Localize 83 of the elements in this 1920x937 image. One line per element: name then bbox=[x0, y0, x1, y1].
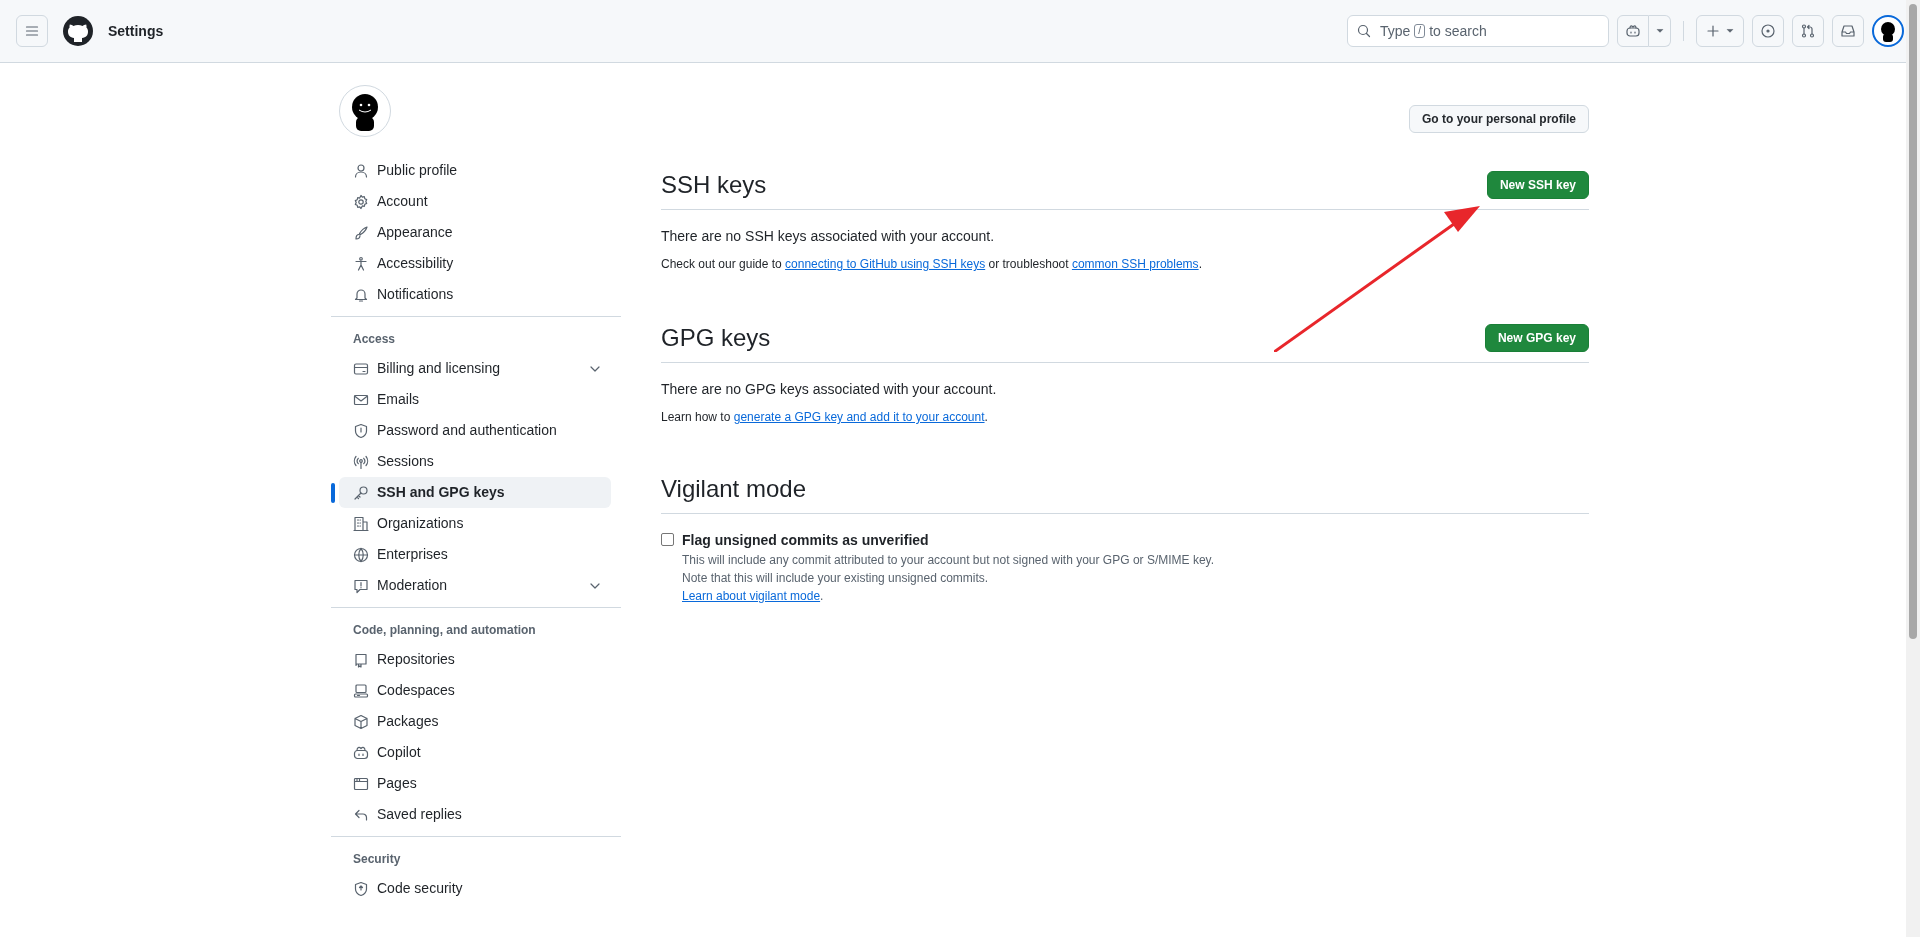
add-key-button[interactable]: New SSH key bbox=[1486, 171, 1589, 199]
menu-button[interactable] bbox=[16, 15, 48, 47]
sidebar-item[interactable]: Sessions bbox=[339, 446, 611, 477]
key-icon bbox=[353, 484, 369, 501]
laptop-icon bbox=[353, 682, 369, 699]
section-title: SSH keys bbox=[661, 170, 767, 200]
bell-icon bbox=[353, 286, 369, 303]
logo-icon[interactable] bbox=[62, 15, 94, 47]
shield-icon bbox=[353, 422, 369, 439]
copilot-button[interactable] bbox=[1617, 15, 1649, 47]
checkbox-label[interactable]: Flag unsigned commits as unverified bbox=[682, 530, 1214, 551]
checkbox[interactable] bbox=[661, 533, 674, 546]
pull-request-icon bbox=[1800, 23, 1816, 39]
globe-icon bbox=[353, 546, 369, 563]
section-heading: Code, planning, and automation bbox=[352, 622, 537, 639]
robot-icon bbox=[1625, 23, 1641, 39]
scrollbar[interactable] bbox=[1906, 0, 1920, 937]
inbox-icon bbox=[1840, 23, 1856, 39]
profile-button[interactable]: Go to your personal profile bbox=[1409, 105, 1589, 133]
credit-card-icon bbox=[353, 360, 369, 377]
add-key-button[interactable]: New GPG key bbox=[1484, 324, 1589, 352]
repo-icon bbox=[353, 651, 369, 668]
report-icon bbox=[353, 577, 369, 594]
help-link[interactable]: common SSH problems bbox=[1071, 257, 1199, 271]
menu-icon bbox=[24, 23, 40, 39]
issue-icon bbox=[1760, 23, 1776, 39]
package-icon bbox=[353, 713, 369, 730]
description-text: Note that this will include your existing unsigned commits. bbox=[682, 570, 990, 587]
selection-indicator bbox=[331, 483, 335, 503]
inbox-button[interactable] bbox=[1832, 15, 1864, 47]
help-text: Check out our guide to connecting to GitHub using SSH keys or troubleshoot common SSH problems. bbox=[661, 256, 1203, 273]
sidebar-item[interactable]: Enterprises bbox=[339, 539, 611, 570]
issues-button[interactable] bbox=[1752, 15, 1784, 47]
robot-icon bbox=[353, 744, 369, 761]
help-link[interactable]: connecting to GitHub using SSH keys bbox=[785, 257, 986, 271]
section-title: GPG keys bbox=[661, 323, 771, 353]
avatar[interactable] bbox=[1872, 15, 1904, 47]
plus-icon bbox=[1705, 23, 1721, 39]
shield-icon bbox=[353, 880, 369, 897]
help-text: Learn how to generate a GPG key and add it to your account. bbox=[661, 409, 989, 426]
sidebar-item[interactable]: Pages bbox=[339, 768, 611, 799]
sidebar-item[interactable]: Code security bbox=[339, 873, 611, 904]
sidebar-item[interactable]: Organizations bbox=[339, 508, 611, 539]
sidebar-item[interactable]: Public profile bbox=[339, 155, 611, 186]
sidebar-item[interactable]: Moderation bbox=[339, 570, 611, 601]
search-icon bbox=[1356, 23, 1372, 39]
sidebar-item[interactable]: Repositories bbox=[339, 644, 611, 675]
sidebar-item[interactable]: Password and authentication bbox=[339, 415, 611, 446]
sidebar-item[interactable]: Saved replies bbox=[339, 799, 611, 830]
help-link[interactable]: generate a GPG key and add it to your account bbox=[733, 410, 985, 424]
pull-requests-button[interactable] bbox=[1792, 15, 1824, 47]
accessibility-icon bbox=[353, 255, 369, 272]
empty-message: There are no GPG keys associated with your account. bbox=[661, 380, 998, 399]
gear-icon bbox=[353, 193, 369, 210]
learn-more-text: Learn about vigilant mode. bbox=[682, 588, 825, 605]
shortcut-key: / bbox=[1414, 24, 1426, 38]
browser-icon bbox=[353, 775, 369, 792]
search-hint: Type bbox=[1380, 21, 1411, 41]
empty-message: There are no SSH keys associated with your account. bbox=[661, 227, 996, 246]
sidebar-item[interactable]: Billing and licensing bbox=[339, 353, 611, 384]
search-field[interactable]: Type / to search bbox=[1347, 15, 1609, 47]
sidebar-item[interactable]: Notifications bbox=[339, 279, 611, 310]
section-heading: Access bbox=[352, 331, 397, 348]
section-title: Vigilant mode bbox=[661, 475, 807, 504]
broadcast-icon bbox=[353, 453, 369, 470]
building-icon bbox=[353, 515, 369, 532]
sidebar-item[interactable]: Copilot bbox=[339, 737, 611, 768]
sidebar-item[interactable]: Packages bbox=[339, 706, 611, 737]
sidebar-item[interactable]: Accessibility bbox=[339, 248, 611, 279]
description-text: This will include any commit attributed to your account but not signed with your GPG or S/MIME key. bbox=[682, 552, 1214, 569]
profile-avatar bbox=[339, 85, 391, 137]
paintbrush-icon bbox=[353, 224, 369, 241]
sidebar-item[interactable]: Appearance bbox=[339, 217, 611, 248]
caret-icon bbox=[1725, 26, 1735, 36]
sidebar-item[interactable]: Account bbox=[339, 186, 611, 217]
create-button[interactable] bbox=[1696, 15, 1744, 47]
caret-icon bbox=[1654, 26, 1665, 36]
sidebar-item[interactable]: Codespaces bbox=[339, 675, 611, 706]
sidebar-item[interactable]: Emails bbox=[339, 384, 611, 415]
page-title: Settings bbox=[108, 21, 164, 41]
person-icon bbox=[353, 162, 369, 179]
search-hint: to search bbox=[1429, 21, 1487, 41]
section-heading: Security bbox=[352, 851, 402, 868]
